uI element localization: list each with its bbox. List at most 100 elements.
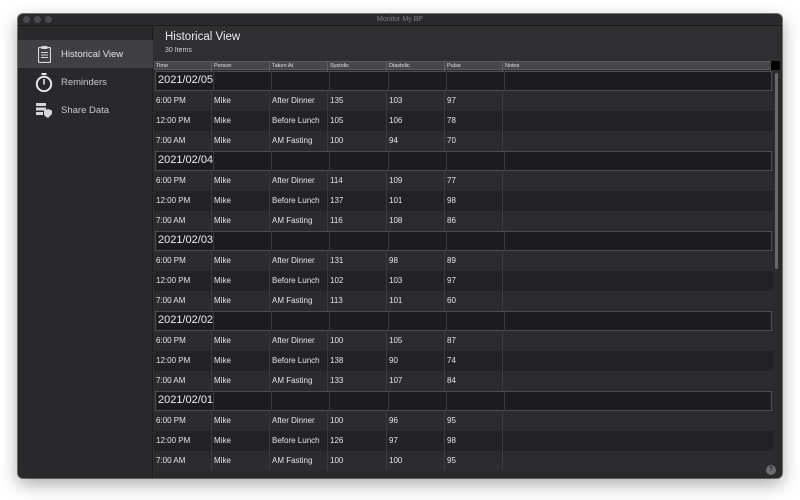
group-cell-divider — [447, 311, 505, 331]
pulse-cell: 78 — [445, 111, 503, 131]
column-header-person[interactable]: Person — [212, 62, 270, 71]
help-button[interactable]: ? — [766, 465, 776, 475]
diastolic-cell: 107 — [387, 371, 445, 391]
diastolic-cell: 101 — [387, 191, 445, 211]
person-cell: Mike — [212, 351, 270, 371]
person-cell: Mike — [212, 131, 270, 151]
sidebar-item-reminders[interactable]: Reminders — [18, 68, 153, 96]
systolic-cell: 126 — [328, 431, 387, 451]
person-cell: Mike — [212, 191, 270, 211]
group-cell-divider — [447, 231, 505, 251]
notes-cell — [503, 371, 773, 391]
table-row[interactable]: 12:00 PM Mike Before Lunch 138 90 74 — [154, 351, 773, 371]
column-header-diastolic[interactable]: Diastolic — [387, 62, 445, 71]
person-cell: Mike — [212, 411, 270, 431]
group-cell-divider — [214, 231, 272, 251]
share-data-icon — [35, 101, 53, 119]
table-row[interactable]: 7:00 AM Mike AM Fasting 116 108 86 — [154, 211, 773, 231]
systolic-cell: 138 — [328, 351, 387, 371]
taken-at-cell: Before Lunch — [270, 111, 328, 131]
column-header-systolic[interactable]: Systolic — [328, 62, 387, 71]
notes-cell — [503, 451, 773, 471]
systolic-cell: 131 — [328, 251, 387, 271]
scrollbar-thumb[interactable] — [775, 73, 778, 269]
table-row[interactable]: 7:00 AM Mike AM Fasting 100 100 95 — [154, 451, 773, 471]
vertical-scrollbar[interactable] — [773, 71, 782, 478]
taken-at-cell: Before Lunch — [270, 271, 328, 291]
column-header-taken-at[interactable]: Taken At — [270, 62, 328, 71]
group-header-row[interactable]: 2021/02/01 — [155, 391, 772, 411]
diastolic-cell: 105 — [387, 331, 445, 351]
group-date-label: 2021/02/03 — [158, 234, 214, 246]
table-row[interactable]: 6:00 PM Mike After Dinner 135 103 97 — [154, 91, 773, 111]
group-cell-divider — [214, 311, 272, 331]
notes-cell — [503, 131, 773, 151]
group-date-label: 2021/02/04 — [158, 154, 214, 166]
sidebar-item-label: Historical View — [61, 48, 124, 60]
taken-at-cell: Before Lunch — [270, 431, 328, 451]
notes-cell — [503, 211, 773, 231]
group-cell-divider — [389, 231, 447, 251]
group-cell-divider — [447, 391, 505, 411]
notes-cell — [503, 411, 773, 431]
group-header-row[interactable]: 2021/02/02 — [155, 311, 772, 331]
table-row[interactable]: 6:00 PM Mike After Dinner 100 105 87 — [154, 331, 773, 351]
systolic-cell: 100 — [328, 451, 387, 471]
notes-cell — [503, 351, 773, 371]
group-cell-divider — [330, 151, 389, 171]
notes-cell — [503, 291, 773, 311]
group-cell-divider — [447, 151, 505, 171]
table-row[interactable]: 7:00 AM Mike AM Fasting 100 94 70 — [154, 131, 773, 151]
group-header-row[interactable]: 2021/02/04 — [155, 151, 772, 171]
diastolic-cell: 108 — [387, 211, 445, 231]
sidebar: Historical View Reminders Share Data — [18, 26, 153, 478]
group-cell-divider — [272, 231, 330, 251]
group-cell-divider — [330, 391, 389, 411]
sidebar-item-historical-view[interactable]: Historical View — [18, 40, 153, 68]
pulse-cell: 87 — [445, 331, 503, 351]
pulse-cell: 97 — [445, 271, 503, 291]
taken-at-cell: AM Fasting — [270, 371, 328, 391]
time-cell: 12:00 PM — [154, 271, 212, 291]
table-header-corner — [771, 61, 780, 70]
systolic-cell: 105 — [328, 111, 387, 131]
group-header-row[interactable]: 2021/02/05 — [155, 71, 772, 91]
title-bar: Monitor My BP — [18, 14, 782, 26]
pulse-cell: 95 — [445, 411, 503, 431]
column-header-time[interactable]: Time — [154, 62, 212, 71]
person-cell: Mike — [212, 291, 270, 311]
column-header-notes[interactable]: Notes — [503, 62, 773, 71]
time-cell: 7:00 AM — [154, 211, 212, 231]
table-row[interactable]: 12:00 PM Mike Before Lunch 137 101 98 — [154, 191, 773, 211]
pulse-cell: 98 — [445, 191, 503, 211]
group-cell-divider — [447, 71, 505, 91]
diastolic-cell: 109 — [387, 171, 445, 191]
diastolic-cell: 106 — [387, 111, 445, 131]
taken-at-cell: After Dinner — [270, 331, 328, 351]
time-cell: 6:00 PM — [154, 411, 212, 431]
column-header-pulse[interactable]: Pulse — [445, 62, 503, 71]
table-row[interactable]: 7:00 AM Mike AM Fasting 133 107 84 — [154, 371, 773, 391]
table-row[interactable]: 12:00 PM Mike Before Lunch 105 106 78 — [154, 111, 773, 131]
group-header-row[interactable]: 2021/02/03 — [155, 231, 772, 251]
table-row[interactable]: 12:00 PM Mike Before Lunch 102 103 97 — [154, 271, 773, 291]
taken-at-cell: AM Fasting — [270, 211, 328, 231]
taken-at-cell: After Dinner — [270, 251, 328, 271]
table-header: Time Person Taken At Systolic Diastolic … — [154, 61, 773, 71]
table-row[interactable]: 7:00 AM Mike AM Fasting 113 101 60 — [154, 291, 773, 311]
group-cell-divider — [330, 71, 389, 91]
person-cell: Mike — [212, 211, 270, 231]
table-row[interactable]: 12:00 PM Mike Before Lunch 126 97 98 — [154, 431, 773, 451]
person-cell: Mike — [212, 431, 270, 451]
sidebar-item-label: Share Data — [61, 104, 110, 116]
table-row[interactable]: 6:00 PM Mike After Dinner 100 96 95 — [154, 411, 773, 431]
diastolic-cell: 101 — [387, 291, 445, 311]
table-row[interactable]: 6:00 PM Mike After Dinner 131 98 89 — [154, 251, 773, 271]
sidebar-item-share-data[interactable]: Share Data — [18, 96, 153, 124]
person-cell: Mike — [212, 91, 270, 111]
systolic-cell: 116 — [328, 211, 387, 231]
time-cell: 12:00 PM — [154, 191, 212, 211]
table-row[interactable]: 6:00 PM Mike After Dinner 114 109 77 — [154, 171, 773, 191]
pulse-cell: 77 — [445, 171, 503, 191]
person-cell: Mike — [212, 271, 270, 291]
